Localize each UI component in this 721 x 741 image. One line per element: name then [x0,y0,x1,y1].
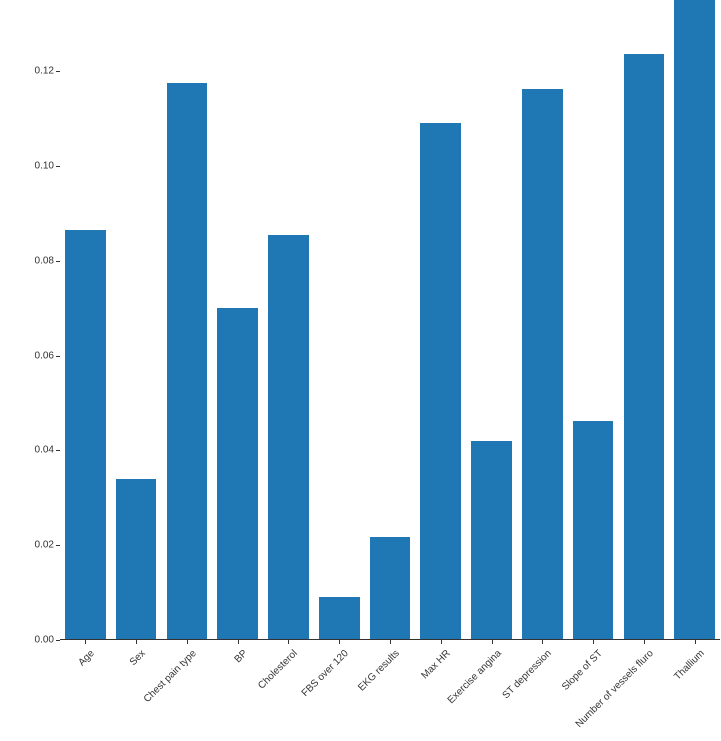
bar [624,54,665,640]
bar [370,537,411,640]
x-tick-label: FBS over 120 [258,648,351,741]
x-tick-mark [441,640,442,644]
x-tick-mark [695,640,696,644]
x-tick-label: Chest pain type [106,648,199,741]
x-tick-label: Sex [55,648,148,741]
x-tick-label: Number of vessels fluro [563,648,656,741]
bar [471,441,512,640]
x-tick-mark [136,640,137,644]
x-tick-mark [187,640,188,644]
bar [167,83,208,640]
x-tick-mark [390,640,391,644]
x-tick-mark [593,640,594,644]
bar [573,421,614,640]
x-tick-mark [542,640,543,644]
x-tick-label: Max HR [360,648,453,741]
y-tick-label: 0.10 [35,160,54,171]
x-tick-label: ST depression [461,648,554,741]
plot-area [60,0,720,640]
x-tick-label: Cholesterol [208,648,301,741]
x-tick-label: Slope of ST [512,648,605,741]
y-tick-label: 0.02 [35,540,54,551]
y-tick-label: 0.04 [35,445,54,456]
y-axis: 0.000.020.040.060.080.100.12 [0,0,60,640]
x-tick-label: Age [5,648,98,741]
bar [420,123,461,640]
bar [217,308,258,640]
x-tick-mark [238,640,239,644]
y-tick-label: 0.06 [35,350,54,361]
x-tick-mark [492,640,493,644]
x-tick-label: EKG results [309,648,402,741]
y-tick-label: 0.00 [35,635,54,646]
x-tick-label: BP [157,648,250,741]
bar [65,230,106,640]
x-tick-label: Thallium [614,648,707,741]
bar [674,0,715,640]
x-tick-label: Exercise angina [411,648,504,741]
x-tick-mark [644,640,645,644]
y-tick-label: 0.08 [35,255,54,266]
x-axis: AgeSexChest pain typeBPCholesterolFBS ov… [60,640,720,719]
bar [116,479,157,640]
bar [319,597,360,640]
x-tick-mark [339,640,340,644]
x-tick-mark [85,640,86,644]
y-tick-label: 0.12 [35,66,54,77]
x-tick-mark [288,640,289,644]
bar-chart: 0.00 0.02 0.04 0.06 0.08 0.10 0.12 AgeSexChest… [0,0,721,719]
bars-container [60,0,720,640]
bar [268,235,309,640]
bar [522,89,563,640]
